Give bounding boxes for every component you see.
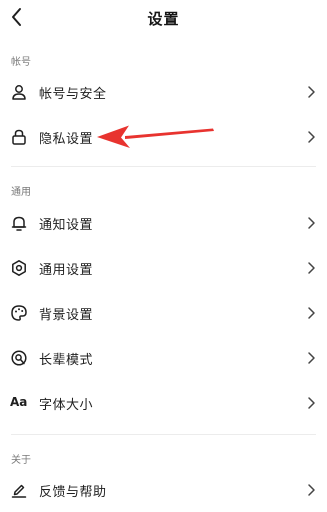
menu-item-label: 背景设置 [39,308,94,323]
menu-item-account-security[interactable]: 帐号与安全 [0,70,327,114]
menu-item-background[interactable]: 背景设置 [0,291,327,335]
chevron-right-icon [308,307,315,319]
menu-item-label: 反馈与帮助 [39,485,107,500]
chevron-right-icon [308,131,315,143]
menu-item-label: 长辈模式 [39,353,94,368]
menu-item-general-settings[interactable]: 通用设置 [0,246,327,290]
section-label-account: 帐号 [11,57,31,68]
chevron-right-icon [308,397,315,409]
annotation-arrow [97,125,214,148]
menu-item-feedback-help[interactable]: 反馈与帮助 [0,468,327,512]
section-label-general: 通用 [11,187,31,198]
menu-item-label: 通用设置 [39,263,94,278]
section-divider [11,166,316,167]
chevron-right-icon [308,217,315,229]
menu-item-label: 帐号与安全 [39,87,107,102]
menu-item-notification[interactable]: 通知设置 [0,201,327,245]
section-divider [11,434,316,435]
lock-icon [12,129,26,145]
chevron-right-icon [308,352,315,364]
chevron-right-icon [308,262,315,274]
menu-item-font-size[interactable]: Aa 字体大小 [0,381,327,425]
menu-item-elder-mode[interactable]: 长辈模式 [0,336,327,380]
section-label-about: 关于 [11,455,31,466]
chevron-right-icon [308,86,315,98]
gear-icon [12,260,26,276]
bell-icon [11,216,27,231]
chevron-right-icon [308,484,315,496]
menu-item-label: 隐私设置 [39,132,94,147]
menu-item-label: 字体大小 [39,398,94,413]
annotation-arrow-shaft [125,128,214,139]
elder-mode-icon [11,350,27,366]
nav-bar: 设置 [0,0,327,38]
menu-item-label: 通知设置 [39,218,94,233]
palette-icon [11,305,27,321]
font-size-icon: Aa [10,395,28,409]
user-icon [12,85,26,100]
page-title: 设置 [147,10,180,28]
edit-icon [11,484,27,498]
